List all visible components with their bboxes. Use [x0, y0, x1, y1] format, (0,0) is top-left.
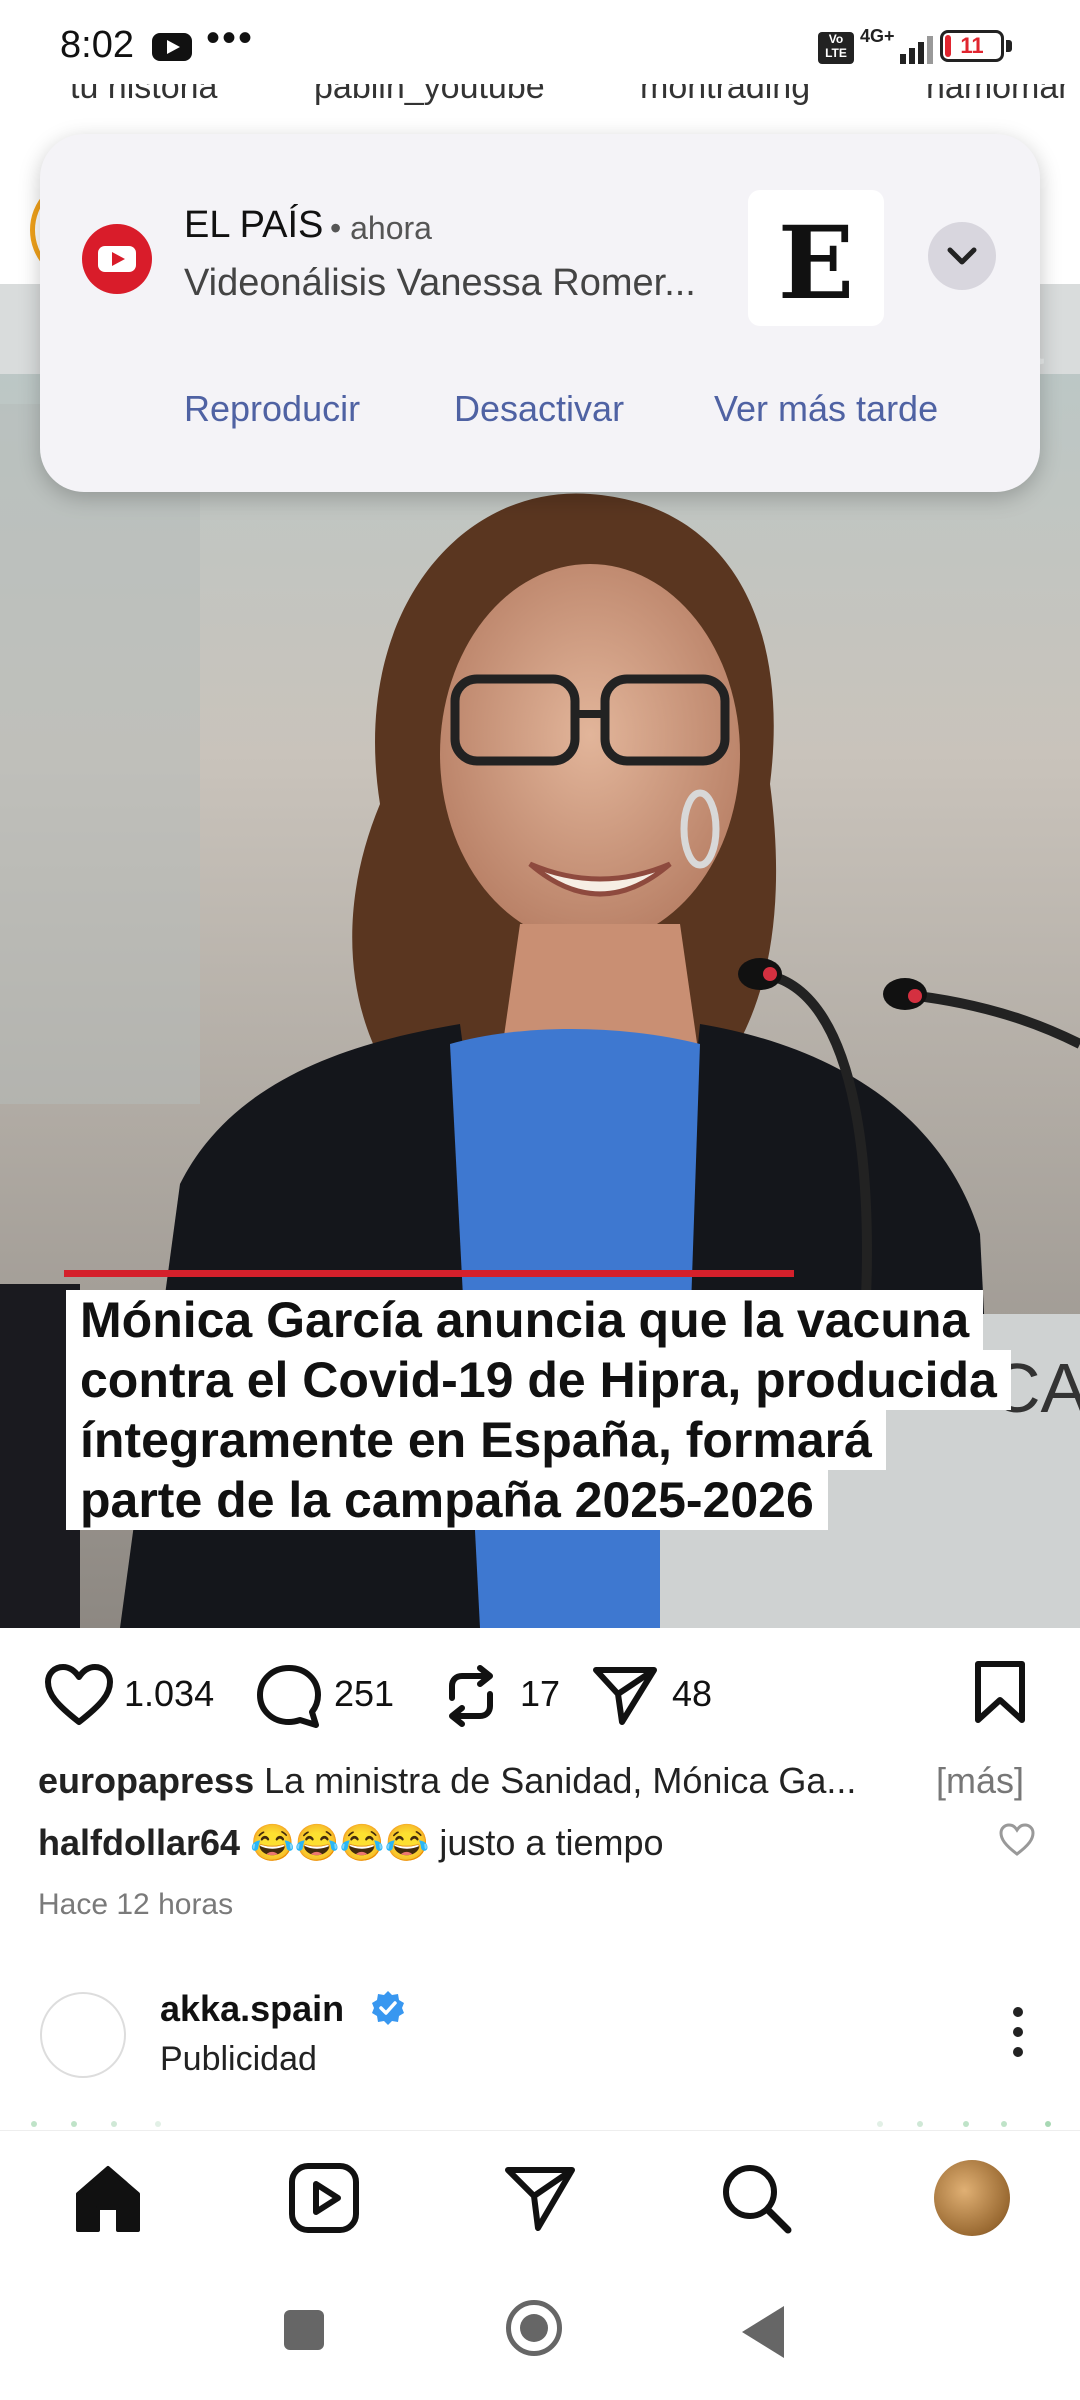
next-post-username[interactable]: akka.spain	[160, 1988, 344, 2030]
battery-tip	[1006, 40, 1012, 52]
stories-row: tu historia pablin_youtube montrading na…	[0, 84, 1080, 124]
profile-avatar[interactable]	[934, 2160, 1010, 2236]
shares-count[interactable]: 48	[672, 1673, 712, 1715]
top-comment[interactable]: halfdollar64 😂😂😂😂 justo a tiempo	[38, 1822, 664, 1864]
comment-text: 😂😂😂😂 justo a tiempo	[250, 1822, 664, 1863]
post-timestamp: Hace 12 horas	[38, 1888, 234, 1921]
caption-text: La ministra de Sanidad, Mónica Ga...	[264, 1760, 857, 1801]
likes-count[interactable]: 1.034	[124, 1673, 214, 1715]
comment-like-icon[interactable]	[998, 1822, 1036, 1858]
story-item[interactable]: namomar	[926, 84, 1070, 107]
search-icon[interactable]	[718, 2160, 794, 2236]
el-pais-logo: E	[777, 204, 855, 322]
comments-count[interactable]: 251	[334, 1673, 394, 1715]
notification-text: Videonálisis Vanessa Romer...	[184, 262, 696, 304]
headline-line: Mónica García anuncia que la vacuna	[66, 1290, 984, 1350]
disable-action-button[interactable]: Desactivar	[454, 388, 624, 430]
repost-icon[interactable]	[440, 1664, 502, 1728]
notification-app-name: EL PAÍS	[184, 204, 324, 246]
story-item[interactable]: montrading	[640, 84, 810, 107]
send-icon[interactable]	[502, 2160, 578, 2236]
caption-username[interactable]: europapress	[38, 1760, 254, 1801]
reposts-count[interactable]: 17	[520, 1673, 560, 1715]
headline-accent-bar	[64, 1270, 794, 1277]
bookmark-icon[interactable]	[972, 1660, 1028, 1724]
watch-later-action-button[interactable]: Ver más tarde	[714, 388, 938, 430]
play-action-button[interactable]: Reproducir	[184, 388, 360, 430]
more-notifications-icon: •••	[206, 16, 255, 60]
network-type: 4G+	[860, 26, 895, 46]
notification-time: • ahora	[330, 210, 432, 246]
headline-line: íntegramente en España, formará	[66, 1410, 886, 1470]
headline-line: contra el Covid-19 de Hipra, producida	[66, 1350, 1011, 1410]
home-button[interactable]	[506, 2300, 562, 2356]
back-button[interactable]	[742, 2306, 784, 2358]
status-time: 8:02	[60, 24, 134, 66]
comment-username[interactable]: halfdollar64	[38, 1822, 240, 1863]
notification-card[interactable]	[40, 134, 1040, 492]
headline-line: parte de la campaña 2025-2026	[66, 1470, 828, 1530]
heart-icon[interactable]	[44, 1664, 114, 1726]
youtube-app-icon	[82, 224, 152, 294]
battery-percent: 11	[960, 33, 984, 58]
notification-thumbnail: E	[748, 190, 884, 326]
volte-icon: Vo LTE	[818, 32, 854, 64]
post-caption[interactable]: europapress La ministra de Sanidad, Móni…	[38, 1760, 856, 1802]
chevron-down-icon	[947, 247, 977, 265]
battery-icon: 11	[940, 30, 1004, 62]
youtube-notification-icon	[152, 33, 192, 61]
caption-more-link[interactable]: [más]	[936, 1760, 1024, 1802]
send-icon[interactable]	[592, 1664, 658, 1726]
story-item[interactable]: tu historia	[70, 84, 217, 107]
more-options-icon[interactable]	[1010, 2006, 1026, 2058]
carousel-dots	[31, 2121, 1051, 2127]
comment-bubble-icon[interactable]	[256, 1664, 322, 1728]
sponsored-label: Publicidad	[160, 2040, 317, 2078]
next-post-avatar[interactable]	[40, 1992, 126, 2078]
recent-apps-button[interactable]	[284, 2310, 324, 2350]
reels-icon[interactable]	[286, 2160, 362, 2236]
home-icon[interactable]	[70, 2160, 146, 2236]
expand-notification-button[interactable]	[928, 222, 996, 290]
story-item[interactable]: pablin_youtube	[314, 84, 545, 107]
verified-badge-icon	[372, 1991, 404, 2025]
